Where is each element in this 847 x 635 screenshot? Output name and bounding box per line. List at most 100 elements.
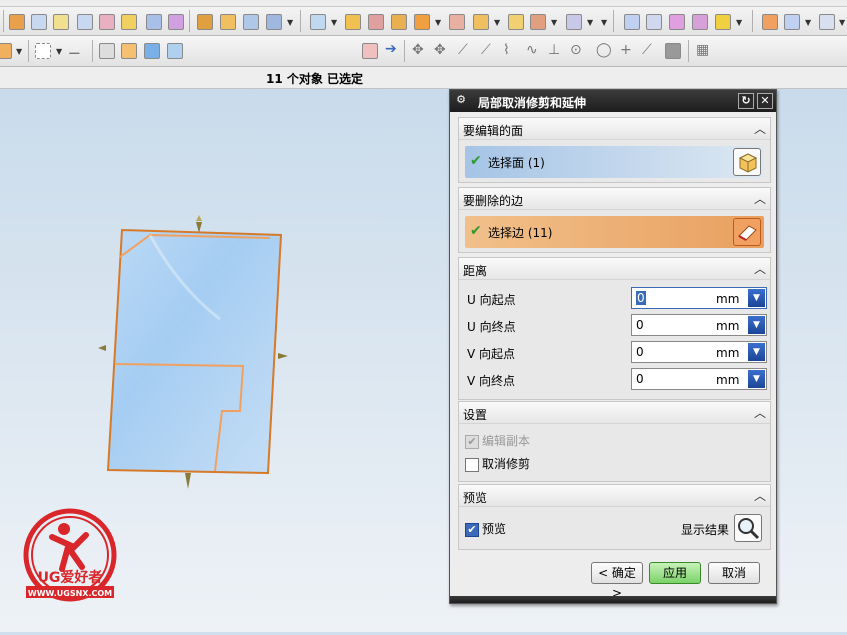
snap-icon[interactable]: ⚊ (68, 42, 81, 58)
select-feature-icon[interactable] (99, 43, 115, 59)
v-end-input[interactable]: 0 mm ▼ (631, 368, 767, 390)
toolbar-top-strip (0, 0, 847, 7)
snap-ray-icon[interactable]: ⟋ (642, 42, 652, 58)
section-settings: 设置 ︿ ✔ 编辑副本 取消修剪 (458, 401, 771, 482)
section-edges-header[interactable]: 要删除的边 ︿ (459, 188, 770, 210)
grid-icon[interactable] (819, 14, 835, 30)
u-start-label: U 向起点 (467, 293, 516, 307)
apply-button[interactable]: 应用 (649, 562, 701, 584)
chevron-up-icon[interactable]: ︿ (754, 260, 766, 277)
checkbox-unchecked-icon[interactable] (465, 457, 479, 472)
snap-face-icon[interactable] (665, 43, 681, 59)
checkbox-checked-icon[interactable]: ✔ (465, 522, 479, 537)
x-form-icon[interactable] (669, 14, 685, 30)
draft-icon[interactable] (220, 14, 236, 30)
v-start-row: V 向起点 0 mm ▼ (465, 341, 767, 363)
select-sheet-icon[interactable] (167, 43, 183, 59)
chevron-down-icon[interactable]: ▼ (748, 343, 765, 361)
emboss-icon[interactable] (449, 14, 465, 30)
chevron-down-icon[interactable]: ▼ (748, 316, 765, 334)
rectangle-select-icon[interactable] (35, 43, 51, 59)
snap-point-icon[interactable]: + (620, 42, 632, 58)
chevron-down-icon[interactable]: ▼ (748, 370, 765, 388)
edge-blend-icon[interactable] (508, 14, 524, 30)
pattern-icon[interactable] (168, 14, 184, 30)
selection-toolbar: ▼ ▼ ⚊ 单条曲线 ▼ ➔ ✥ ✥ ⟋ ⟋ ⌇ ∿ ⊥ ⊙ ◯ + ⟋ ▦ (0, 36, 847, 98)
enlarge-icon[interactable] (646, 14, 662, 30)
u-start-input[interactable]: 0 mm ▼ (631, 287, 767, 309)
v-start-input[interactable]: 0 mm ▼ (631, 341, 767, 363)
v-start-label: V 向起点 (467, 347, 516, 361)
snap-line-icon[interactable]: ⟋ (458, 42, 468, 58)
extrude-icon[interactable] (31, 14, 47, 30)
grid-snap-icon[interactable]: ▦ (696, 42, 709, 58)
chevron-up-icon[interactable]: ︿ (754, 190, 766, 207)
intersection-icon[interactable] (362, 43, 378, 59)
snap-spline-icon[interactable]: ∿ (526, 42, 538, 58)
section-faces-header[interactable]: 要编辑的面 ︿ (459, 118, 770, 140)
chevron-down-icon[interactable]: ▼ (748, 289, 765, 307)
section-settings-header[interactable]: 设置 ︿ (459, 402, 770, 424)
select-edge-label: 选择边 (11) (488, 226, 553, 240)
check-icon: ✔ (470, 153, 482, 169)
chevron-up-icon[interactable]: ︿ (754, 487, 766, 504)
cube-icon[interactable] (197, 14, 213, 30)
select-body-icon[interactable] (121, 43, 137, 59)
snap-line2-icon[interactable]: ⟋ (481, 42, 491, 58)
patch-icon[interactable] (414, 14, 430, 30)
cancel-button[interactable]: 取消 (708, 562, 760, 584)
select-edge-row[interactable]: ✔ 选择边 (11) (465, 216, 764, 248)
thicken-icon[interactable] (266, 14, 282, 30)
section-distance-header[interactable]: 距离 ︿ (459, 258, 770, 280)
reset-icon[interactable]: ↻ (738, 93, 754, 109)
arrow-right-icon[interactable]: ➔ (385, 41, 397, 57)
ok-button[interactable]: < 确定 > (591, 562, 643, 600)
face-cube-icon[interactable] (733, 148, 761, 176)
edit-copy-label: 编辑副本 (482, 434, 531, 448)
blend-icon[interactable] (99, 14, 115, 30)
snap-mid-icon[interactable]: ✥ (434, 42, 446, 58)
trim-body-icon[interactable] (345, 14, 361, 30)
sew-icon[interactable] (391, 14, 407, 30)
untrim-icon[interactable] (715, 14, 731, 30)
section-icon[interactable] (762, 14, 778, 30)
snap-end-icon[interactable]: ✥ (412, 42, 424, 58)
dialog-titlebar[interactable]: ⚙ 局部取消修剪和延伸 ↻ ✕ (450, 90, 776, 112)
u-start-value: 0 (636, 291, 646, 305)
dialog-title: 局部取消修剪和延伸 (478, 96, 587, 110)
offset-face-icon[interactable] (243, 14, 259, 30)
snap-center-icon[interactable]: ⊙ (570, 42, 582, 58)
shell-icon[interactable] (146, 14, 162, 30)
select-face-label: 选择面 (1) (488, 156, 545, 170)
extend-sheet-icon[interactable] (624, 14, 640, 30)
preview-checkbox[interactable]: ✔ 预览 (465, 520, 506, 537)
curve-icon[interactable] (784, 14, 800, 30)
snap-tangent-icon[interactable]: ⊥ (548, 42, 560, 58)
revolve-icon[interactable] (53, 14, 69, 30)
i-form-icon[interactable] (692, 14, 708, 30)
split-body-icon[interactable] (368, 14, 384, 30)
offset-icon[interactable] (473, 14, 489, 30)
boolean-unite-icon[interactable] (310, 14, 326, 30)
close-icon[interactable]: ✕ (757, 93, 773, 109)
chevron-up-icon[interactable]: ︿ (754, 120, 766, 137)
select-face-row[interactable]: ✔ 选择面 (1) (465, 146, 764, 178)
section-preview-header[interactable]: 预览 ︿ (459, 485, 770, 507)
check-icon: ✔ (470, 223, 482, 239)
edge-select-icon[interactable] (733, 218, 761, 246)
face-blend-icon[interactable] (530, 14, 546, 30)
mirror-icon[interactable] (566, 14, 582, 30)
u-end-input[interactable]: 0 mm ▼ (631, 314, 767, 336)
cancel-trim-checkbox[interactable]: 取消修剪 (465, 455, 530, 472)
snap-curve-icon[interactable]: ⌇ (503, 42, 510, 58)
gear-icon[interactable]: ⚙ (453, 93, 469, 109)
chamfer-icon[interactable] (121, 14, 137, 30)
select-face-icon[interactable] (144, 43, 160, 59)
magnifier-icon[interactable] (734, 514, 762, 542)
chevron-up-icon[interactable]: ︿ (754, 404, 766, 421)
u-end-label: U 向终点 (467, 320, 516, 334)
select-filter-icon[interactable] (0, 43, 12, 59)
sweep-icon[interactable] (77, 14, 93, 30)
box-icon[interactable] (9, 14, 25, 30)
snap-quadrant-icon[interactable]: ◯ (596, 42, 612, 58)
